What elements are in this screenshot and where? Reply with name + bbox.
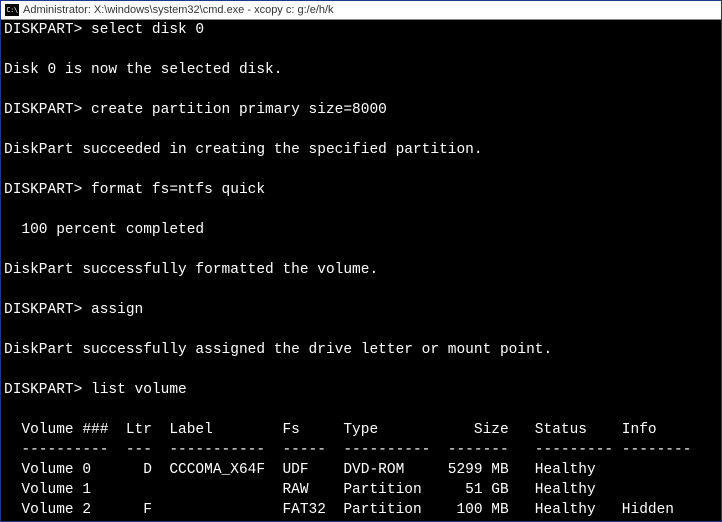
terminal-line: [4, 280, 718, 300]
terminal-line: DiskPart succeeded in creating the speci…: [4, 140, 718, 160]
terminal-line: DISKPART> assign: [4, 300, 718, 320]
volume-row: Volume 0 D CCCOMA_X64F UDF DVD-ROM 5299 …: [4, 460, 718, 480]
terminal-line: DISKPART> select disk 0: [4, 20, 718, 40]
volume-row: Volume 3 C CCCOMA_X64F NTFS Removable 14…: [4, 520, 718, 521]
terminal-line: 100 percent completed: [4, 220, 718, 240]
terminal-line: DiskPart successfully assigned the drive…: [4, 340, 718, 360]
terminal-line: [4, 40, 718, 60]
cmd-icon: C:\: [5, 4, 19, 16]
titlebar[interactable]: C:\ Administrator: X:\windows\system32\c…: [1, 1, 721, 20]
window-title: Administrator: X:\windows\system32\cmd.e…: [23, 4, 334, 16]
terminal-line: [4, 240, 718, 260]
terminal-line: DISKPART> create partition primary size=…: [4, 100, 718, 120]
cmd-window: C:\ Administrator: X:\windows\system32\c…: [0, 0, 722, 522]
volume-header: Volume ### Ltr Label Fs Type Size Status…: [4, 420, 718, 440]
terminal-line: [4, 320, 718, 340]
terminal-output[interactable]: DISKPART> select disk 0 Disk 0 is now th…: [1, 20, 721, 521]
terminal-line: [4, 80, 718, 100]
terminal-line: [4, 120, 718, 140]
volume-divider: ---------- --- ----------- ----- -------…: [4, 440, 718, 460]
volume-row: Volume 2 F FAT32 Partition 100 MB Health…: [4, 500, 718, 520]
terminal-line: DISKPART> format fs=ntfs quick: [4, 180, 718, 200]
terminal-line: DiskPart successfully formatted the volu…: [4, 260, 718, 280]
terminal-line: [4, 360, 718, 380]
terminal-line: DISKPART> list volume: [4, 380, 718, 400]
volume-row: Volume 1 RAW Partition 51 GB Healthy: [4, 480, 718, 500]
terminal-line: [4, 160, 718, 180]
terminal-line: [4, 200, 718, 220]
terminal-line: Disk 0 is now the selected disk.: [4, 60, 718, 80]
